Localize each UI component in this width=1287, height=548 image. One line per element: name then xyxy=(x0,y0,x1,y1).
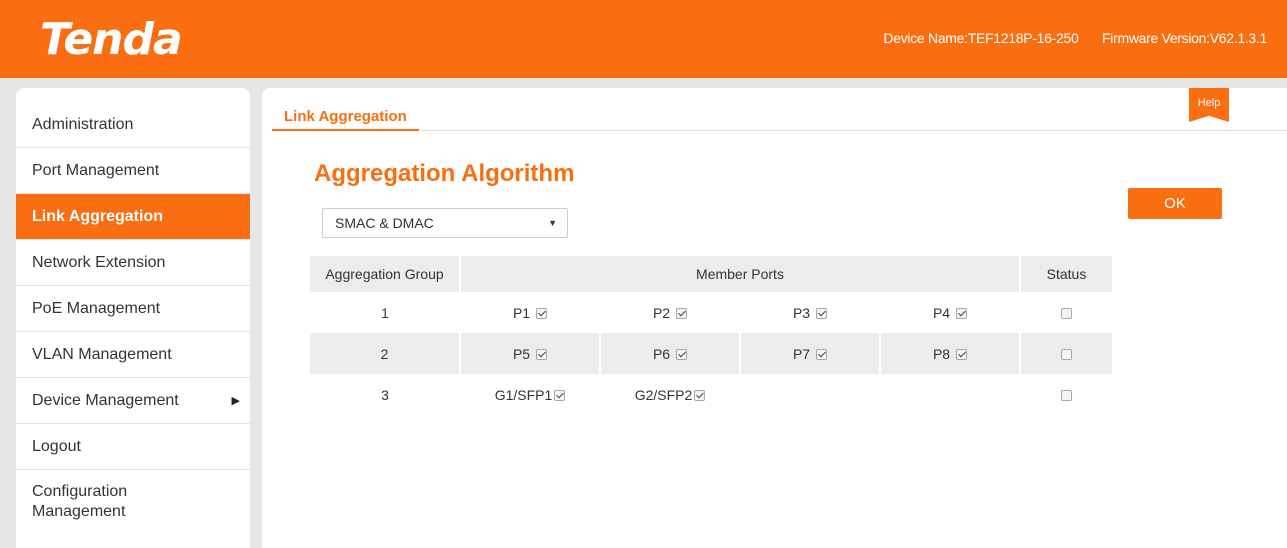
port-cell: P5 xyxy=(459,333,600,374)
port-cell: P6 xyxy=(599,333,740,374)
port-label: P8 xyxy=(932,345,951,362)
port-cell: P1 xyxy=(460,292,600,333)
status-checkbox[interactable] xyxy=(1060,307,1072,319)
sidebar-item-label: Configuration Management xyxy=(32,483,128,520)
group-number: 2 xyxy=(310,333,460,374)
port-label: G1/SFP1 xyxy=(494,386,553,403)
status-checkbox[interactable] xyxy=(1061,348,1072,360)
tab-link-aggregation[interactable]: Link Aggregation xyxy=(272,108,419,131)
sidebar-item-label: Port Management xyxy=(32,162,160,179)
table-row: 1 P1 P2 P3 P4 xyxy=(310,292,1112,333)
port-checkbox[interactable] xyxy=(816,348,828,360)
empty-port-cell xyxy=(740,374,880,415)
submenu-arrow-icon: ▶ xyxy=(231,395,240,407)
status-checkbox[interactable] xyxy=(1060,389,1072,401)
main-panel: Link Aggregation Help Aggregation Algori… xyxy=(262,88,1287,548)
header-status: Status xyxy=(1019,256,1112,292)
port-label: G2/SFP2 xyxy=(634,386,693,403)
port-checkbox[interactable] xyxy=(536,307,548,319)
sidebar-item-label: Device Management xyxy=(32,392,179,409)
port-checkbox[interactable] xyxy=(676,307,688,319)
sidebar-item-device-management[interactable]: Device Management ▶ xyxy=(16,378,250,424)
port-checkbox[interactable] xyxy=(676,348,688,360)
table-row: 3 G1/SFP1 G2/SFP2 xyxy=(310,374,1112,415)
status-cell xyxy=(1020,374,1112,415)
group-number: 1 xyxy=(381,304,389,321)
port-label: P1 xyxy=(512,304,531,321)
section-title: Aggregation Algorithm xyxy=(314,160,575,187)
table-header-row: Aggregation Group Member Ports Status xyxy=(310,256,1112,292)
port-label: P7 xyxy=(792,345,811,362)
sidebar-item-link-aggregation[interactable]: Link Aggregation xyxy=(16,194,250,240)
port-checkbox[interactable] xyxy=(956,307,968,319)
table-row: 2 P5 P6 P7 P8 xyxy=(310,333,1112,374)
sidebar-item-network-extension[interactable]: Network Extension xyxy=(16,240,250,286)
port-checkbox[interactable] xyxy=(956,348,968,360)
port-checkbox[interactable] xyxy=(694,389,706,401)
sidebar-item-port-management[interactable]: Port Management xyxy=(16,148,250,194)
empty-port-cell xyxy=(880,374,1020,415)
port-label: P6 xyxy=(652,345,671,362)
tab-divider xyxy=(272,130,1287,131)
sidebar-item-label: Logout xyxy=(32,438,81,455)
sidebar-item-label: Administration xyxy=(32,116,134,133)
port-cell: G1/SFP1 xyxy=(460,374,600,415)
group-number: 3 xyxy=(381,386,389,403)
device-name-value: TEF1218P-16-250 xyxy=(967,30,1079,46)
sidebar-item-label: Network Extension xyxy=(32,254,166,271)
port-cell: P7 xyxy=(739,333,880,374)
port-label: P3 xyxy=(792,304,811,321)
sidebar-item-logout[interactable]: Logout xyxy=(16,424,250,470)
device-info: Device Name:TEF1218P-16-250 Firmware Ver… xyxy=(877,30,1267,46)
port-checkbox[interactable] xyxy=(536,348,548,360)
help-button[interactable]: Help xyxy=(1189,88,1229,122)
port-cell: P3 xyxy=(740,292,880,333)
chevron-down-icon: ▼ xyxy=(548,218,557,228)
port-label: P4 xyxy=(932,304,951,321)
header-member-ports: Member Ports xyxy=(459,256,1020,292)
port-cell: G2/SFP2 xyxy=(600,374,740,415)
sidebar-item-label: Link Aggregation xyxy=(32,208,163,225)
status-cell xyxy=(1019,333,1112,374)
aggregation-table: Aggregation Group Member Ports Status 1 … xyxy=(310,256,1112,415)
sidebar-item-administration[interactable]: Administration xyxy=(16,102,250,148)
algorithm-select[interactable]: SMAC & DMAC ▼ xyxy=(322,208,568,238)
top-header: Tenda Device Name:TEF1218P-16-250 Firmwa… xyxy=(0,0,1287,78)
port-cell: P2 xyxy=(600,292,740,333)
sidebar-item-label: PoE Management xyxy=(32,300,161,317)
algorithm-select-value: SMAC & DMAC xyxy=(335,215,434,231)
status-cell xyxy=(1020,292,1112,333)
device-name-label: Device Name: xyxy=(883,30,968,46)
port-checkbox[interactable] xyxy=(816,307,828,319)
sidebar-nav: Administration Port Management Link Aggr… xyxy=(16,88,250,548)
port-checkbox[interactable] xyxy=(554,389,566,401)
sidebar-item-vlan-management[interactable]: VLAN Management xyxy=(16,332,250,378)
port-label: P2 xyxy=(652,304,671,321)
tenda-logo: Tenda xyxy=(40,14,183,65)
sidebar-item-label: VLAN Management xyxy=(32,346,172,363)
firmware-value: V62.1.3.1 xyxy=(1209,30,1268,46)
sidebar-item-poe-management[interactable]: PoE Management xyxy=(16,286,250,332)
firmware-label: Firmware Version: xyxy=(1102,30,1210,46)
ok-button[interactable]: OK xyxy=(1128,188,1222,219)
sidebar-item-configuration-management[interactable]: Configuration Management xyxy=(16,470,250,534)
header-aggregation-group: Aggregation Group xyxy=(310,256,460,292)
port-label: P5 xyxy=(512,345,531,362)
port-cell: P8 xyxy=(879,333,1020,374)
port-cell: P4 xyxy=(880,292,1020,333)
